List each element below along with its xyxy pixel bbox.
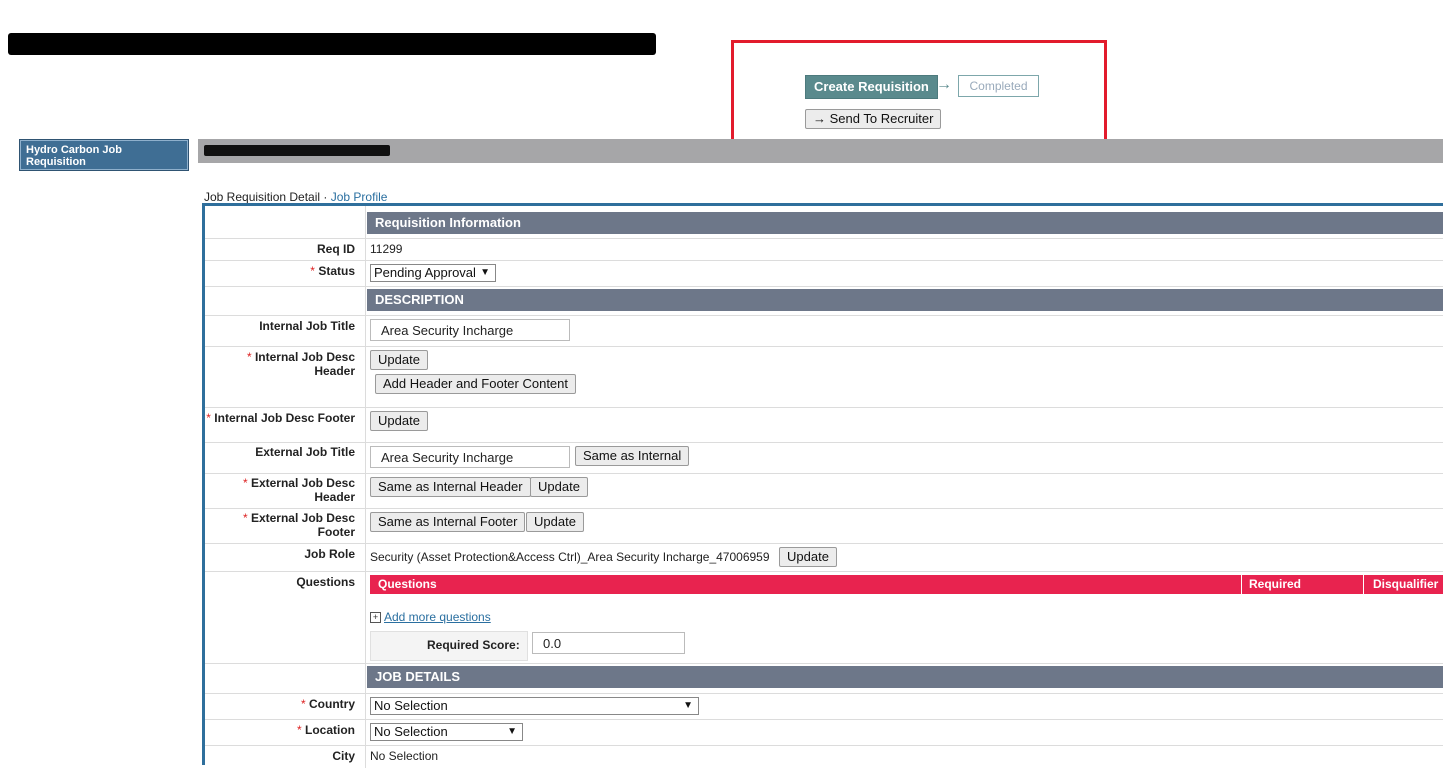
external-footer-update-button[interactable]: Update xyxy=(526,512,584,532)
city-label: City xyxy=(332,749,355,763)
add-header-footer-button[interactable]: Add Header and Footer Content xyxy=(375,374,577,394)
required-star: * xyxy=(246,350,255,364)
external-header-update-button[interactable]: Update xyxy=(530,477,588,497)
required-score-input[interactable]: 0.0 xyxy=(532,632,685,654)
internal-desc-footer-label-text: Internal Job Desc Footer xyxy=(214,411,355,425)
country-label: * Country xyxy=(205,697,363,711)
external-job-title-label: External Job Title xyxy=(255,445,355,459)
external-desc-footer-label-text: External Job Desc Footer xyxy=(250,511,355,539)
breadcrumb-current: Job Requisition Detail xyxy=(204,190,321,204)
same-as-internal-button[interactable]: Same as Internal xyxy=(575,446,690,466)
form-row-external-job-title: External Job Title Area Security Incharg… xyxy=(205,442,1443,474)
plus-icon: + xyxy=(370,612,381,624)
form-row-internal-desc-footer: * Internal Job Desc Footer Update xyxy=(205,407,1443,443)
sidebar-item-label: Hydro Carbon Job Requisition xyxy=(26,144,122,168)
form-row-external-desc-header: * External Job Desc Header Same as Inter… xyxy=(205,473,1443,509)
column-separator xyxy=(1363,575,1364,594)
external-desc-footer-label: * External Job Desc Footer xyxy=(205,511,363,539)
form-row-location: * Location No Selection ▼ xyxy=(205,719,1443,746)
breadcrumb-separator: · xyxy=(323,190,328,204)
send-to-recruiter-button[interactable]: → Send To Recruiter xyxy=(805,109,942,129)
internal-job-title-label: Internal Job Title xyxy=(259,319,355,333)
questions-table-header: Questions Required Disqualifier xyxy=(370,575,1443,594)
form-row-internal-job-title: Internal Job Title Area Security Incharg… xyxy=(205,315,1443,347)
questions-column-header: Questions xyxy=(378,577,437,591)
req-id-value: 11299 xyxy=(370,242,403,256)
internal-header-update-button[interactable]: Update xyxy=(370,350,428,370)
disqualifier-column-header: Disqualifier xyxy=(1373,577,1439,591)
external-desc-header-label: * External Job Desc Header xyxy=(205,476,363,504)
form-row-external-desc-footer: * External Job Desc Footer Same as Inter… xyxy=(205,508,1443,544)
location-label-text: Location xyxy=(305,723,355,737)
internal-desc-footer-label: * Internal Job Desc Footer xyxy=(205,411,363,425)
internal-desc-header-label-text: Internal Job Desc Header xyxy=(254,350,355,378)
internal-footer-update-button[interactable]: Update xyxy=(370,411,428,431)
completed-step[interactable]: Completed xyxy=(958,75,1039,97)
form-row-country: * Country No Selection ▼ xyxy=(205,693,1443,720)
arrow-right-icon: → xyxy=(936,76,952,93)
req-id-label: Req ID xyxy=(316,242,355,256)
required-score-label-cell: Required Score: xyxy=(370,631,528,661)
status-select-value: Pending Approval xyxy=(374,265,476,280)
internal-job-title-input[interactable]: Area Security Incharge xyxy=(370,319,570,341)
breadcrumb: Job Requisition Detail · Job Profile xyxy=(204,190,387,204)
status-label: * Status xyxy=(205,264,363,278)
same-as-internal-header-button[interactable]: Same as Internal Header xyxy=(370,477,531,497)
same-as-internal-footer-button[interactable]: Same as Internal Footer xyxy=(370,512,526,532)
dropdown-caret-icon: ▼ xyxy=(507,726,517,737)
section-description: DESCRIPTION xyxy=(367,289,1443,311)
sidebar-item-hydro-carbon-requisition[interactable]: Hydro Carbon Job Requisition xyxy=(19,139,189,171)
arrow-right-icon: → xyxy=(813,111,826,126)
section-job-details: JOB DETAILS xyxy=(367,666,1443,688)
status-select[interactable]: Pending Approval ▼ xyxy=(370,264,496,282)
questions-label: Questions xyxy=(296,575,355,589)
send-to-recruiter-label: Send To Recruiter xyxy=(829,111,934,126)
required-score-label: Required Score: xyxy=(427,638,520,652)
location-label: * Location xyxy=(205,723,363,737)
required-star: * xyxy=(242,476,251,490)
required-star: * xyxy=(242,511,251,525)
form-row-internal-desc-header: * Internal Job Desc Header Update Add He… xyxy=(205,346,1443,408)
form-row-job-role: Job Role Security (Asset Protection&Acce… xyxy=(205,543,1443,572)
create-requisition-step[interactable]: Create Requisition xyxy=(805,75,938,99)
dropdown-caret-icon: ▼ xyxy=(683,700,693,711)
location-select-value: No Selection xyxy=(374,724,448,739)
form-row-status: * Status Pending Approval ▼ xyxy=(205,260,1443,287)
required-column-header: Required xyxy=(1249,577,1302,591)
job-role-update-button[interactable]: Update xyxy=(779,547,837,567)
section-requisition-information: Requisition Information xyxy=(367,212,1443,234)
status-label-text: Status xyxy=(318,264,355,278)
internal-desc-header-label: * Internal Job Desc Header xyxy=(205,350,363,378)
redacted-page-title xyxy=(8,33,656,55)
location-select[interactable]: No Selection ▼ xyxy=(370,723,523,741)
column-separator xyxy=(1241,575,1242,594)
job-role-value: Security (Asset Protection&Access Ctrl)_… xyxy=(370,550,770,564)
external-desc-header-label-text: External Job Desc Header xyxy=(250,476,355,504)
country-select-value: No Selection xyxy=(374,698,448,713)
city-value: No Selection xyxy=(370,749,439,763)
dropdown-caret-icon: ▼ xyxy=(480,267,490,278)
form-row-req-id: Req ID 11299 xyxy=(205,238,1443,261)
add-more-questions-label: Add more questions xyxy=(384,610,491,624)
add-more-questions-link[interactable]: + Add more questions xyxy=(370,610,491,624)
external-job-title-input[interactable]: Area Security Incharge xyxy=(370,446,570,468)
requisition-form: Requisition Information Req ID 11299 * S… xyxy=(202,203,1443,768)
job-role-label: Job Role xyxy=(304,547,355,561)
country-select[interactable]: No Selection ▼ xyxy=(370,697,699,715)
redacted-record-title xyxy=(204,145,390,156)
required-star: * xyxy=(296,723,305,737)
job-profile-link[interactable]: Job Profile xyxy=(331,190,388,204)
country-label-text: Country xyxy=(309,697,355,711)
required-star: * xyxy=(300,697,309,711)
